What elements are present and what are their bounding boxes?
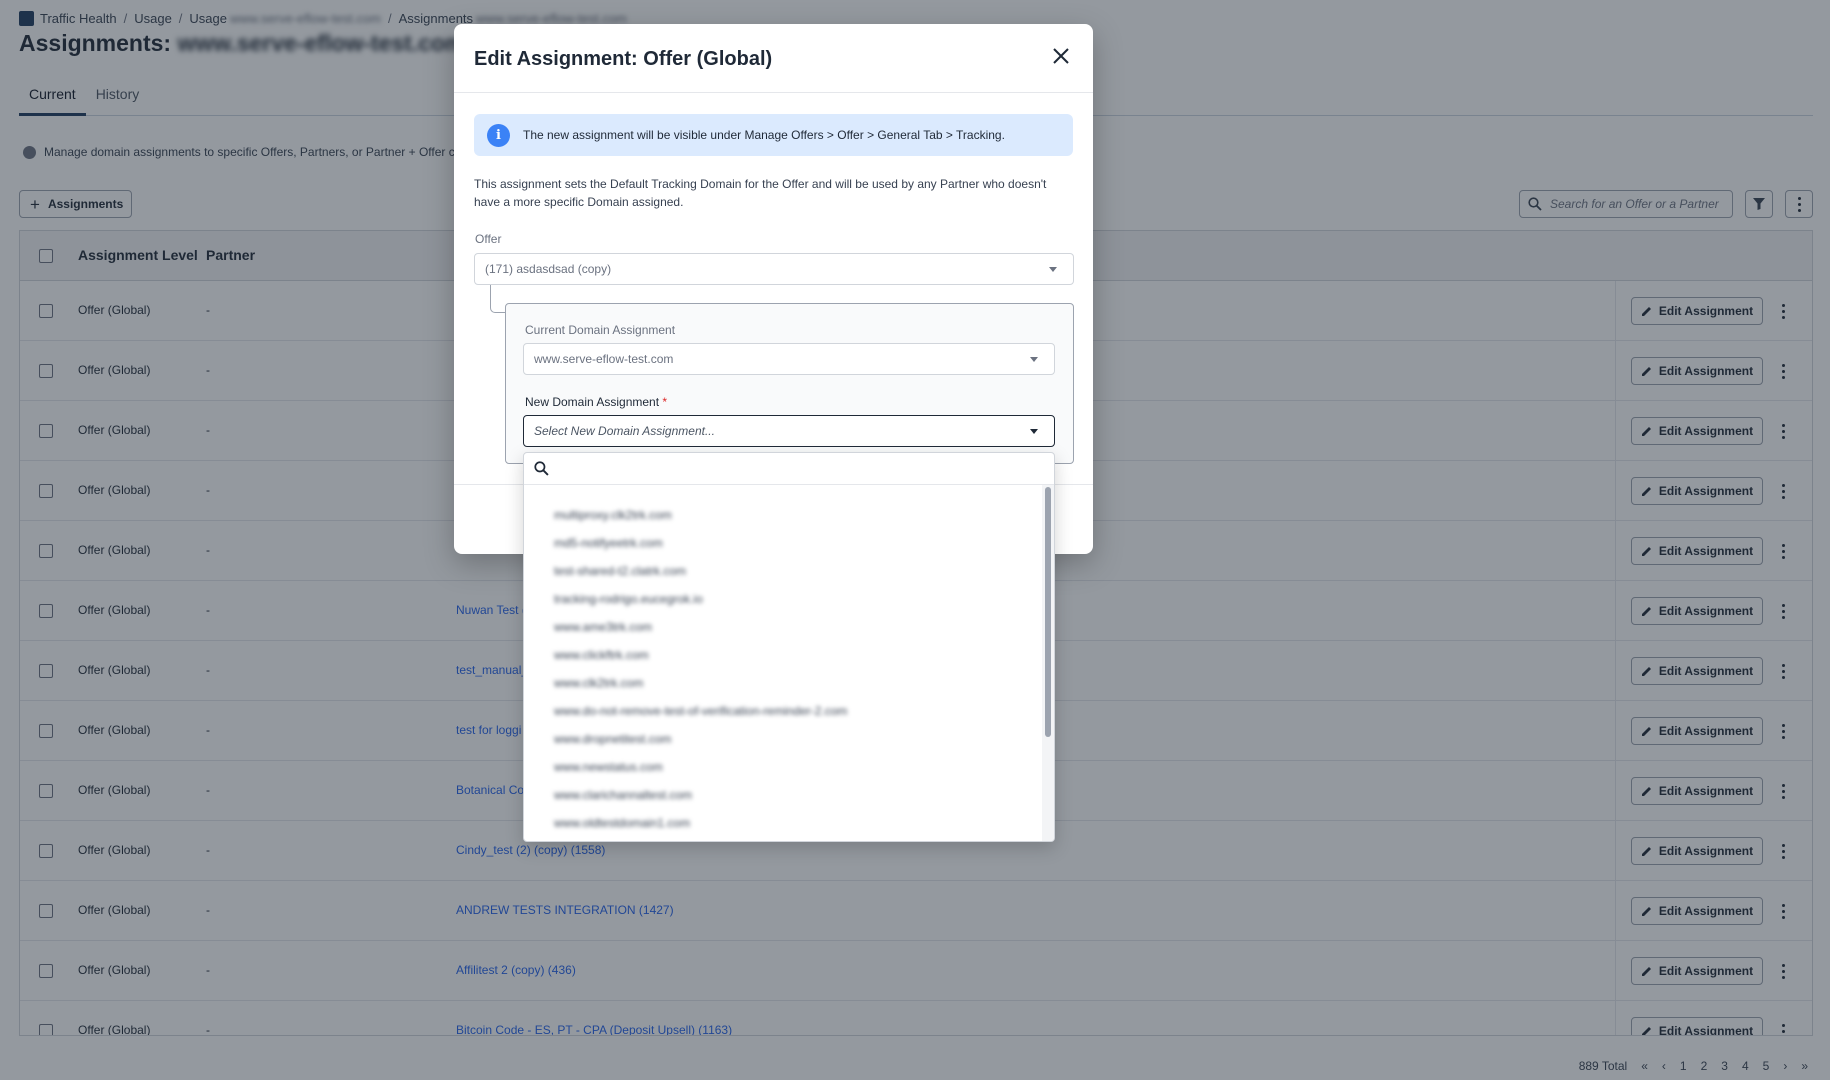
tree-connector <box>490 285 506 313</box>
info-banner: i The new assignment will be visible und… <box>474 114 1073 156</box>
new-domain-label-text: New Domain Assignment <box>525 395 660 409</box>
chevron-down-icon <box>1030 429 1038 434</box>
domain-dropdown: multiproxy.clk2trk.com md5-notifyeetrk.co… <box>523 452 1055 842</box>
dropdown-option[interactable]: www.clarichannaltest.com <box>524 781 1044 809</box>
new-domain-label: New Domain Assignment * <box>525 395 667 409</box>
dropdown-option[interactable]: www.do-not-remove-test-of-verification-r… <box>524 697 1044 725</box>
modal-description: This assignment sets the Default Trackin… <box>474 177 1047 209</box>
chevron-down-icon <box>1049 267 1057 272</box>
info-banner-text: The new assignment will be visible under… <box>523 128 1005 142</box>
current-domain-value: www.serve-eflow-test.com <box>534 352 674 366</box>
dropdown-option[interactable]: www.newstatus.com <box>524 753 1044 781</box>
domain-assignment-panel: Current Domain Assignment www.serve-eflo… <box>505 303 1074 464</box>
dropdown-options: multiproxy.clk2trk.com md5-notifyeetrk.co… <box>524 485 1044 841</box>
search-icon <box>534 461 549 476</box>
scrollbar-thumb[interactable] <box>1045 487 1051 737</box>
dropdown-search-input[interactable] <box>524 453 1054 485</box>
current-domain-select[interactable]: www.serve-eflow-test.com <box>523 343 1055 375</box>
chevron-down-icon <box>1030 357 1038 362</box>
dropdown-option[interactable]: multiproxy.clk2trk.com <box>524 501 1044 529</box>
dropdown-option[interactable]: md5-notifyeetrk.com <box>524 529 1044 557</box>
new-domain-placeholder: Select New Domain Assignment... <box>534 424 715 438</box>
current-domain-label: Current Domain Assignment <box>525 323 676 337</box>
dropdown-option[interactable]: www.dropnetitest.com <box>524 725 1044 753</box>
required-mark: * <box>662 395 668 409</box>
dropdown-option[interactable]: www.ame3trk.com <box>524 613 1044 641</box>
new-domain-select[interactable]: Select New Domain Assignment... <box>523 415 1055 447</box>
dropdown-option[interactable]: www.clickftrk.com <box>524 641 1044 669</box>
offer-select-value: (171) asdasdsad (copy) <box>485 262 612 276</box>
dropdown-option[interactable]: www.clk2trk.com <box>524 669 1044 697</box>
dropdown-option[interactable]: tracking-rodrigo.eucegrok.io <box>524 585 1044 613</box>
info-icon: i <box>487 123 510 147</box>
close-icon[interactable] <box>1051 46 1071 66</box>
offer-select[interactable]: (171) asdasdsad (copy) <box>474 253 1074 285</box>
modal-header: Edit Assignment: Offer (Global) <box>454 24 1093 93</box>
offer-label: Offer <box>475 232 502 246</box>
modal-title: Edit Assignment: Offer (Global) <box>474 48 773 70</box>
dropdown-scrollbar[interactable] <box>1042 485 1054 841</box>
dropdown-option[interactable]: test-shared-t2.clatrk.com <box>524 557 1044 585</box>
dropdown-option[interactable]: www.oldtestdomain1.com <box>524 809 1044 837</box>
